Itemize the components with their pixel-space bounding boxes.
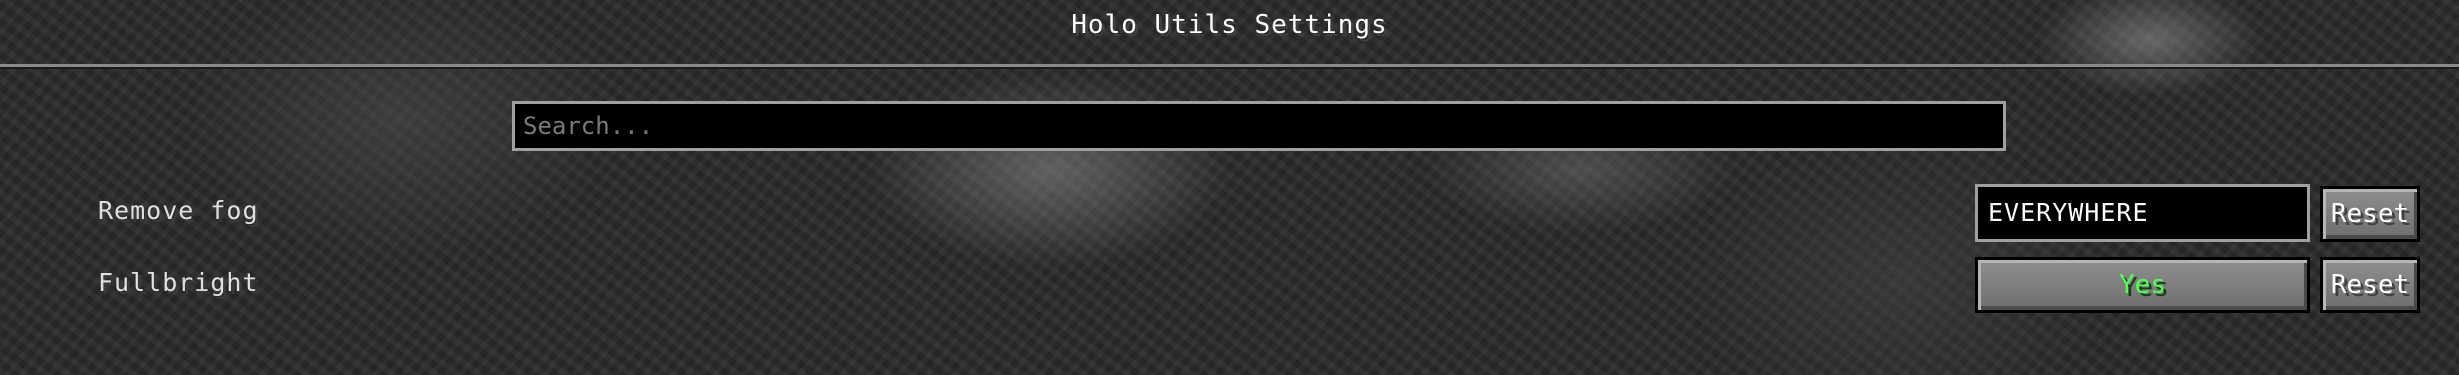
remove-fog-value-field[interactable]: EVERYWHERE	[1975, 184, 2310, 242]
fullbright-reset-button[interactable]: Reset	[2320, 257, 2420, 313]
search-input[interactable]	[512, 101, 2006, 151]
remove-fog-reset-button[interactable]: Reset	[2320, 186, 2420, 242]
fullbright-toggle-button[interactable]: Yes	[1975, 257, 2310, 313]
option-label-fullbright: Fullbright	[98, 268, 259, 297]
option-label-remove-fog: Remove fog	[98, 196, 259, 225]
header-separator	[0, 64, 2459, 69]
screen-title: Holo Utils Settings	[1071, 10, 1388, 40]
